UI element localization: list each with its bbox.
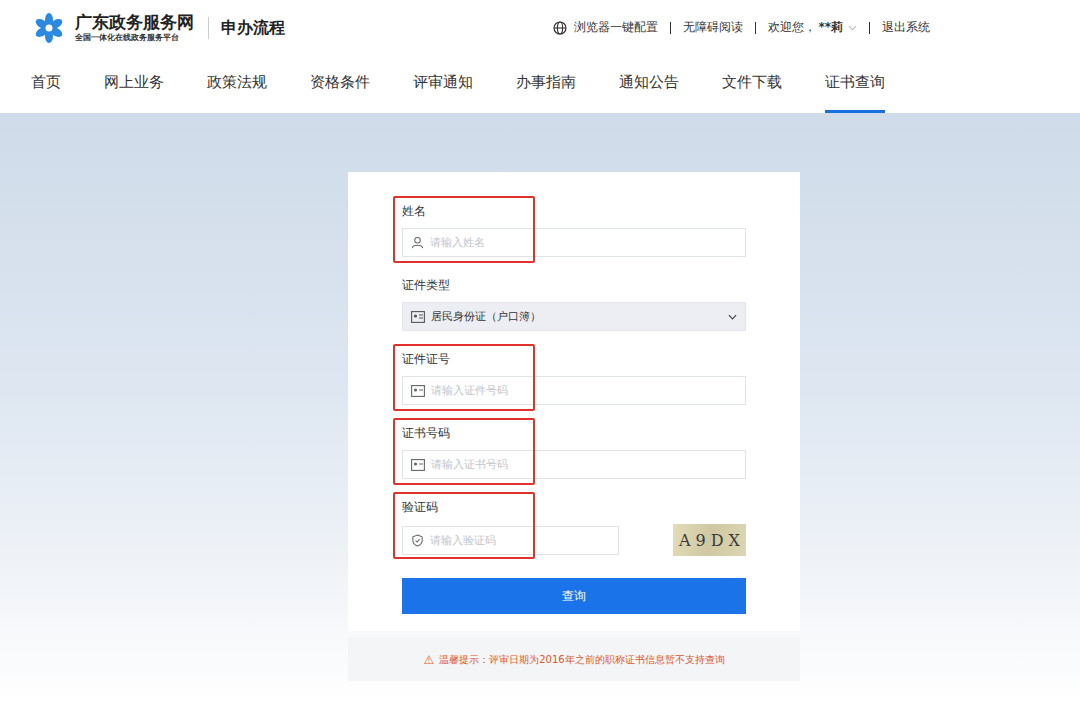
field-label: 姓名 [402,203,746,219]
shield-icon [411,534,424,547]
chevron-down-icon [728,314,737,320]
form-field: 证件证号 [402,351,746,405]
top-bar: 广东政务服务网全国一体化在线政务服务平台申办流程浏览器一键配置无障碍阅读欢迎您，… [0,0,1080,55]
input-field[interactable] [430,534,610,547]
nav-item[interactable]: 证书查询 [825,55,885,113]
form-field: 姓名 [402,203,746,257]
field-label: 证件证号 [402,351,746,367]
highlight-box [393,492,535,559]
section-title: 申办流程 [208,17,285,39]
text-input[interactable] [402,450,746,479]
input-row [402,376,746,405]
nav-item[interactable]: 首页 [31,55,61,113]
card-icon [411,385,425,397]
top-link[interactable]: 无障碍阅读 [683,19,743,36]
nav-item[interactable]: 办事指南 [516,55,576,113]
id-type-select[interactable]: 居民身份证（户口簿） [402,302,746,331]
user-menu[interactable]: **莉 [818,19,843,36]
nav-item[interactable]: 通知公告 [619,55,679,113]
query-form: 姓名证件类型居民身份证（户口簿） 证件证号证书号码验证码 A9DX 查询 [348,172,800,631]
notice-bar: ⚠ 温馨提示：评审日期为2016年之前的职称证书信息暂不支持查询 [348,638,800,681]
input-row [402,228,746,257]
nav-item[interactable]: 文件下载 [722,55,782,113]
text-input[interactable] [402,228,746,257]
logo[interactable]: 广东政务服务网全国一体化在线政务服务平台 [75,12,194,43]
select-value: 居民身份证（户口簿） [431,309,722,324]
form-field: 证书号码 [402,425,746,479]
query-column: 姓名证件类型居民身份证（户口簿） 证件证号证书号码验证码 A9DX 查询 ⚠ 温馨提示：评… [348,172,800,681]
highlight-box [393,344,535,411]
separator [755,22,756,34]
highlight-box [393,418,535,485]
form-field: 证件类型居民身份证（户口簿） [402,277,746,331]
top-links: 浏览器一键配置 无障碍阅读 欢迎您，**莉 退出系统 [553,19,930,36]
form-field: 验证码 A9DX [402,499,746,556]
content-area: 姓名证件类型居民身份证（户口簿） 证件证号证书号码验证码 A9DX 查询 ⚠ 温馨提示：评… [0,113,1080,703]
warning-icon: ⚠ [423,653,434,667]
globe-icon [553,21,567,35]
field-label: 验证码 [402,499,746,515]
nav-item[interactable]: 评审通知 [413,55,473,113]
input-field[interactable] [431,384,737,397]
input-row: A9DX [402,524,746,556]
input-field[interactable] [431,458,737,471]
field-label: 证书号码 [402,425,746,441]
separator [670,22,671,34]
person-icon [411,236,424,249]
nav-item[interactable]: 政策法规 [207,55,267,113]
query-button[interactable]: 查询 [402,578,746,614]
welcome-text: 欢迎您， [768,19,816,36]
page: 广东政务服务网全国一体化在线政务服务平台申办流程浏览器一键配置无障碍阅读欢迎您，… [0,0,1080,703]
header: 广东政务服务网全国一体化在线政务服务平台申办流程浏览器一键配置无障碍阅读欢迎您，… [0,0,1080,113]
logo-icon [33,12,65,44]
input-row [402,450,746,479]
text-input[interactable] [402,526,619,555]
text-input[interactable] [402,376,746,405]
highlight-box [393,196,535,263]
separator [869,22,870,34]
logout-link[interactable]: 退出系统 [882,19,930,36]
captcha-image[interactable]: A9DX [673,524,746,556]
nav-item[interactable]: 资格条件 [310,55,370,113]
nav-item[interactable]: 网上业务 [104,55,164,113]
notice-text: 温馨提示：评审日期为2016年之前的职称证书信息暂不支持查询 [439,653,724,667]
id-card-icon [411,311,425,323]
logo-subtitle: 全国一体化在线政务服务平台 [75,32,194,43]
field-label: 证件类型 [402,277,746,293]
card-icon [411,459,425,471]
chevron-down-icon[interactable] [848,25,857,31]
top-link[interactable]: 浏览器一键配置 [574,19,658,36]
logo-title: 广东政务服务网 [75,12,194,32]
input-field[interactable] [430,236,737,249]
nav-bar: 首页网上业务政策法规资格条件评审通知办事指南通知公告文件下载证书查询 [0,55,1080,113]
